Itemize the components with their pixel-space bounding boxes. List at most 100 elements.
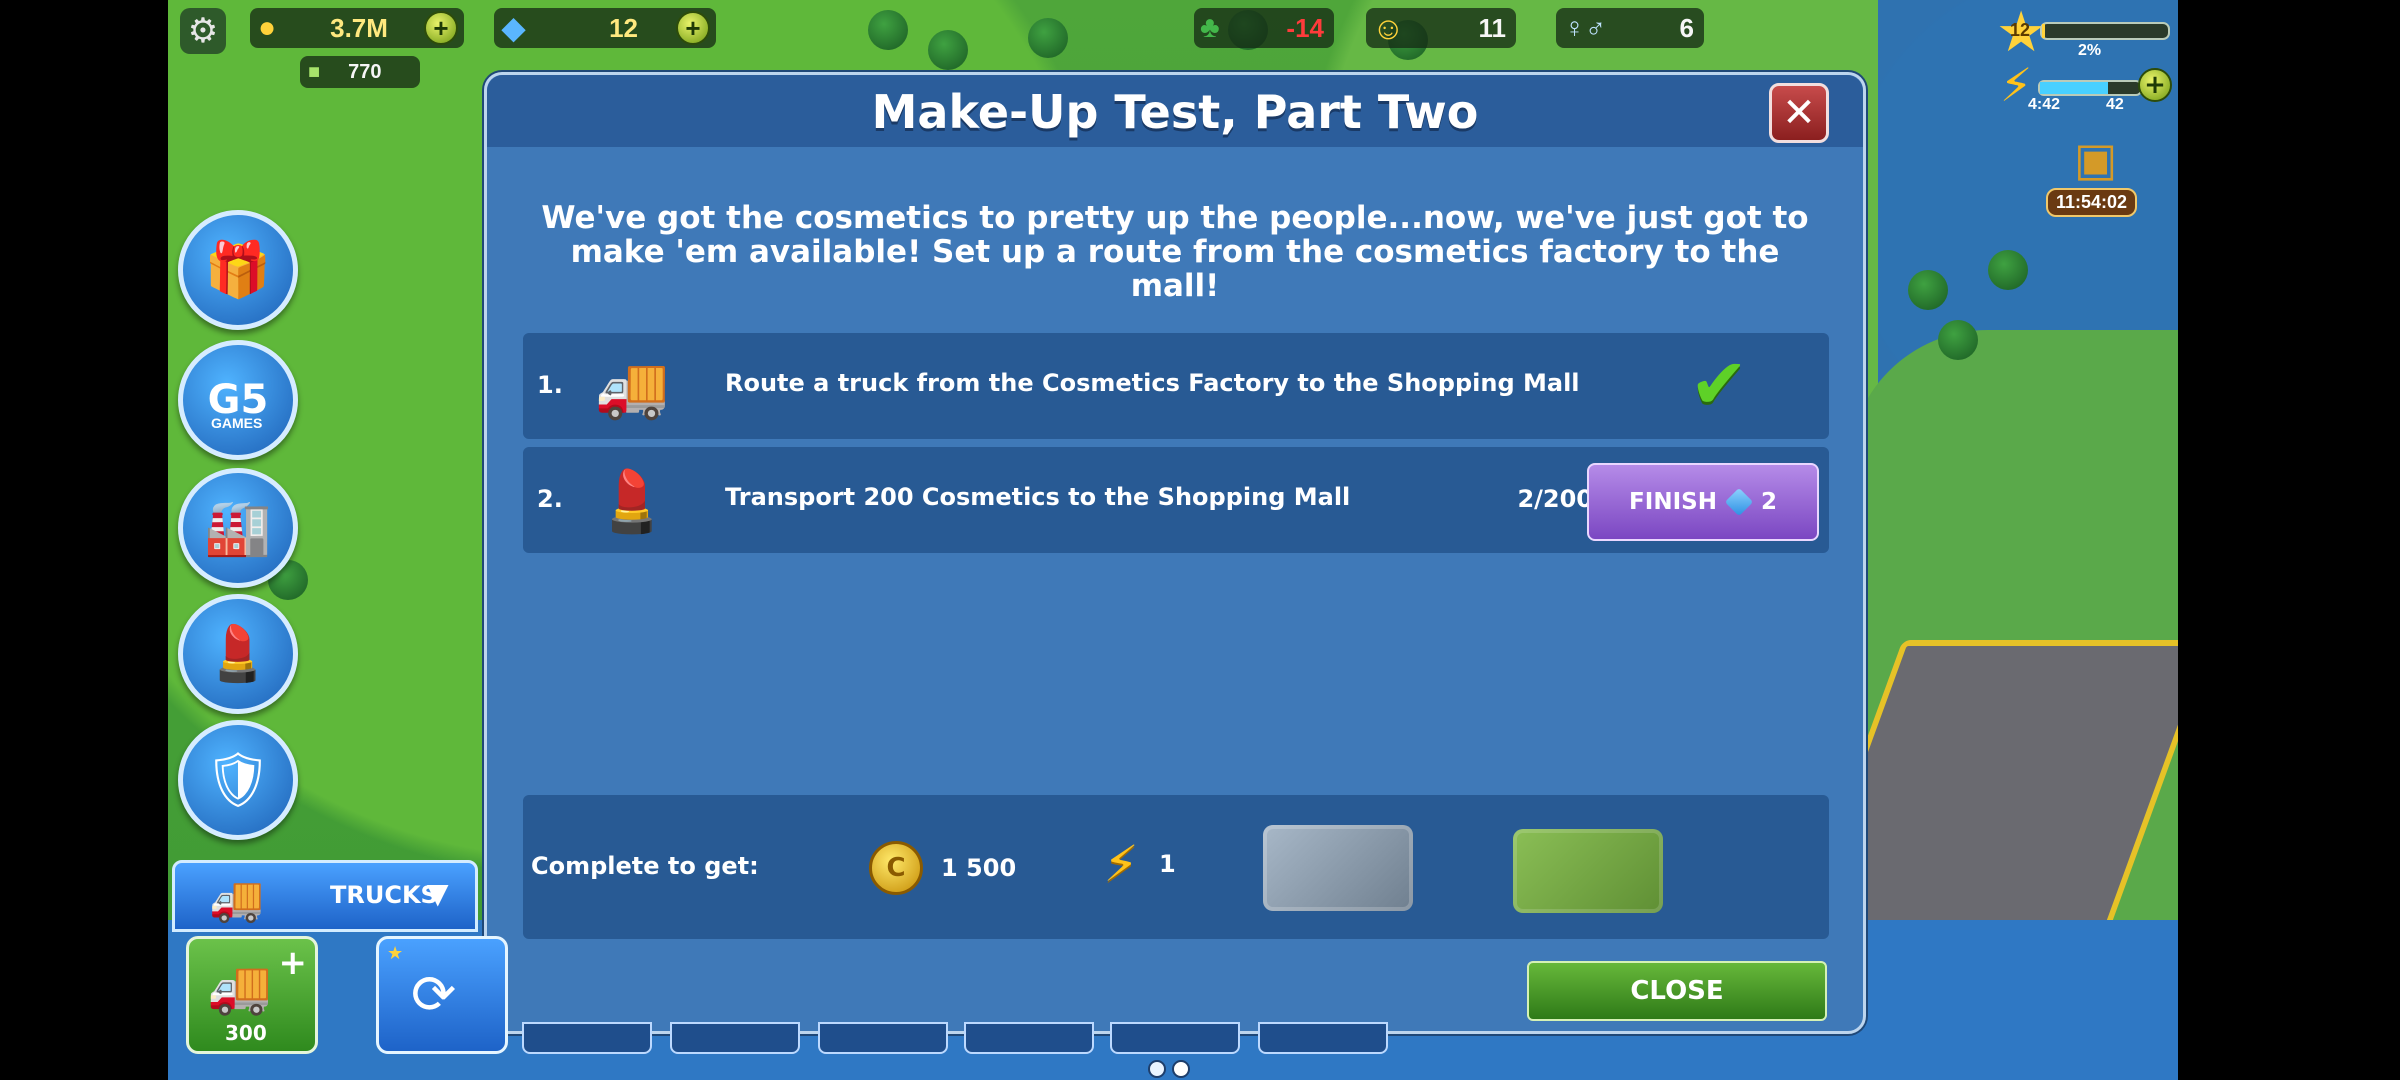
energy-icon: ⚡	[1103, 835, 1139, 893]
trucks-tab[interactable]: 🚚 TRUCKS ▼	[172, 860, 478, 932]
coin-icon: ●	[258, 11, 277, 44]
settings-button[interactable]: ⚙	[180, 8, 226, 54]
quest-row: 1. 🚚 Route a truck from the Cosmetics Fa…	[523, 333, 1829, 439]
quest-progress: 2/200	[1517, 485, 1593, 513]
check-icon: ✔	[1689, 343, 1749, 425]
xp-percent: 2%	[2078, 42, 2102, 59]
page-indicator-dot-active[interactable]	[1172, 1060, 1190, 1078]
right-black-bar	[2178, 0, 2400, 1080]
truck-slot[interactable]	[1258, 1022, 1388, 1054]
energy-value: 42	[2106, 96, 2124, 113]
gems-counter[interactable]: ◆ 12 +	[494, 8, 716, 48]
shield-icon: 🛡	[203, 748, 273, 811]
cash-value: 770	[348, 60, 382, 83]
cash-icon: ■	[308, 60, 321, 83]
factory-button[interactable]: 🏭	[178, 468, 298, 588]
finish-cost: 2	[1760, 489, 1777, 515]
truck-icon: 🚚	[209, 874, 264, 925]
add-truck-cost: 300	[225, 1021, 267, 1045]
reward-energy-value: 1	[1159, 850, 1176, 878]
truck-slot[interactable]	[964, 1022, 1094, 1054]
truck-slot[interactable]	[1110, 1022, 1240, 1054]
tree	[868, 10, 908, 50]
gift-button[interactable]: 🎁	[178, 210, 298, 330]
chest-timer-widget[interactable]: ▣ 11:54:02	[2040, 132, 2160, 217]
xp-bar-fill	[2042, 24, 2045, 38]
tree	[1988, 250, 2028, 290]
route-icon: ⟳	[411, 963, 457, 1026]
reward-coins-value: 1 500	[941, 854, 1017, 882]
add-gems-button[interactable]: +	[676, 11, 710, 45]
truck-slot[interactable]	[818, 1022, 948, 1054]
finish-button[interactable]: FINISH 2	[1587, 463, 1819, 541]
tree	[1938, 320, 1978, 360]
reward-building-icon	[1263, 825, 1413, 911]
xp-bar	[2040, 22, 2170, 40]
g5-label: GAMES	[211, 415, 263, 431]
trees-counter: ♣ -14	[1194, 8, 1334, 48]
g5-games-button[interactable]: G5 GAMES	[178, 340, 298, 460]
trucks-label: TRUCKS	[330, 881, 438, 909]
add-coins-button[interactable]: +	[424, 11, 458, 45]
tree	[928, 30, 968, 70]
gems-value: 12	[609, 12, 638, 43]
chevron-down-icon: ▼	[427, 877, 449, 910]
plus-icon: +	[278, 943, 308, 983]
cash-counter: ■ 770	[300, 56, 420, 88]
quest-text: Transport 200 Cosmetics to the Shopping …	[725, 483, 1351, 511]
reward-park-icon	[1513, 829, 1663, 913]
happiness-counter: ☺ 11	[1366, 8, 1516, 48]
quest-dialog: Make-Up Test, Part Two ✕ We've got the c…	[484, 72, 1866, 1034]
reward-coins: C 1 500	[869, 841, 1016, 895]
quest-description: We've got the cosmetics to pretty up the…	[541, 200, 1809, 304]
gem-icon: ◆	[502, 11, 526, 45]
energy-meter[interactable]: ⚡ + 4:42 42	[1996, 58, 2172, 114]
reward-energy: ⚡ 1	[1101, 835, 1176, 893]
people-icon: ♀♂	[1564, 12, 1606, 43]
close-icon-button[interactable]: ✕	[1769, 83, 1829, 143]
quest-number: 2.	[537, 485, 563, 513]
star-icon: ★	[387, 943, 404, 964]
energy-timer: 4:42	[2028, 96, 2061, 113]
add-energy-button[interactable]: +	[2138, 68, 2172, 102]
shield-button[interactable]: 🛡	[178, 720, 298, 840]
truck-icon: 🚚	[594, 352, 670, 423]
coins-counter[interactable]: ● 3.7M +	[250, 8, 464, 48]
add-truck-button[interactable]: 🚚 + 300	[186, 936, 318, 1054]
route-truck-button[interactable]: ⟳ ★	[376, 936, 508, 1054]
finish-label: FINISH	[1629, 489, 1717, 515]
gift-icon: 🎁	[204, 238, 272, 301]
level-star[interactable]: ★ 12	[1996, 0, 2046, 65]
gem-icon	[1724, 487, 1754, 517]
reward-label: Complete to get:	[531, 852, 759, 880]
happiness-value: 11	[1478, 12, 1507, 43]
truck-slot[interactable]	[522, 1022, 652, 1054]
dialog-title: Make-Up Test, Part Two	[871, 85, 1479, 139]
quest-row: 2. 💄 Transport 200 Cosmetics to the Shop…	[523, 447, 1829, 553]
level-value: 12	[2010, 20, 2031, 40]
coins-value: 3.7M	[330, 12, 388, 43]
tree-icon: ♣	[1200, 11, 1220, 44]
tree	[1908, 270, 1948, 310]
energy-bar-fill	[2040, 82, 2108, 94]
reward-panel: Complete to get: C 1 500 ⚡ 1	[523, 795, 1829, 939]
chest-timer: 11:54:02	[2046, 188, 2138, 217]
truck-icon: 🚚	[207, 958, 272, 1018]
lipstick-icon: 💄	[594, 466, 670, 537]
truck-slot[interactable]	[670, 1022, 800, 1054]
population-counter: ♀♂ 6	[1556, 8, 1704, 48]
factory-icon: 🏭	[204, 496, 272, 559]
close-icon: ✕	[1782, 90, 1816, 136]
left-black-bar	[0, 0, 168, 1080]
close-button[interactable]: CLOSE	[1527, 961, 1827, 1021]
settings-icon: ⚙	[187, 11, 219, 51]
tree	[1028, 18, 1068, 58]
quest-number: 1.	[537, 371, 563, 399]
coin-icon: C	[869, 841, 923, 895]
lipstick-icon: 💄	[204, 622, 272, 685]
chest-icon: ▣	[2074, 132, 2118, 186]
page-indicator-dot[interactable]	[1148, 1060, 1166, 1078]
cosmetics-button[interactable]: 💄	[178, 594, 298, 714]
smile-icon: ☺	[1372, 9, 1405, 46]
population-value: 6	[1679, 12, 1694, 43]
